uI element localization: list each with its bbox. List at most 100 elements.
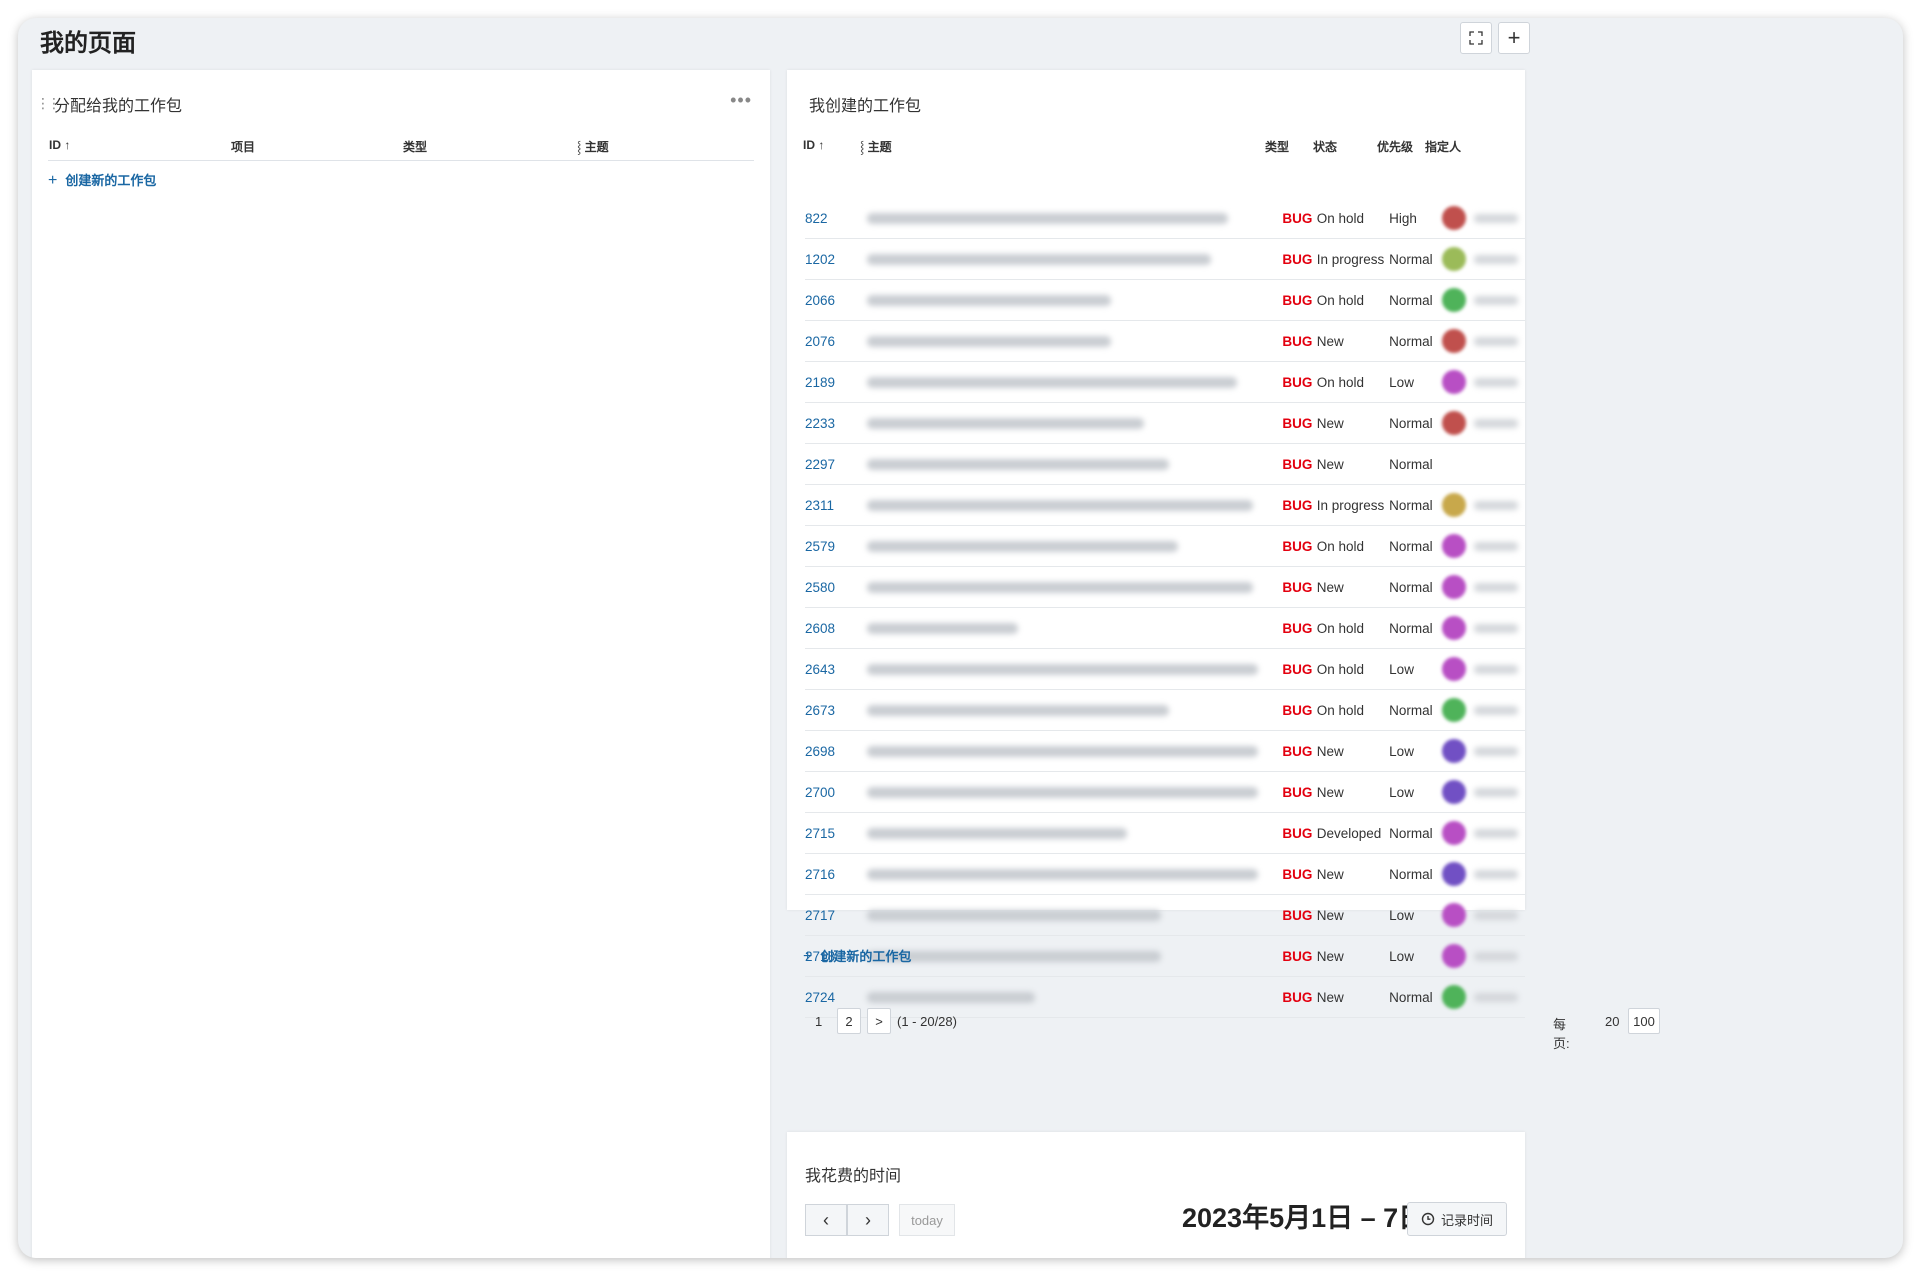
work-package-id-link[interactable]: 2717 (805, 894, 852, 936)
table-row[interactable]: 1202 BUG In progress Normal (805, 238, 1525, 280)
work-package-subject[interactable] (851, 648, 1279, 690)
work-package-status[interactable]: On hold (1316, 525, 1390, 567)
column-header-id[interactable]: ID ↑ (803, 138, 824, 152)
work-package-id-link[interactable]: 822 (805, 198, 852, 239)
work-package-id-link[interactable]: 2311 (805, 484, 852, 526)
per-page-100[interactable]: 100 (1628, 1008, 1660, 1034)
work-package-priority[interactable]: Normal (1389, 443, 1439, 485)
work-package-status[interactable]: On hold (1316, 279, 1390, 321)
work-package-subject[interactable] (851, 198, 1279, 239)
work-package-status[interactable]: New (1316, 976, 1390, 1018)
work-package-status[interactable]: New (1316, 402, 1390, 444)
work-package-priority[interactable]: Normal (1389, 976, 1439, 1018)
work-package-priority[interactable]: Normal (1389, 320, 1439, 362)
work-package-assignee[interactable] (1438, 525, 1525, 567)
work-package-subject[interactable] (851, 443, 1279, 485)
work-package-priority[interactable]: Normal (1389, 279, 1439, 321)
work-package-priority[interactable]: Normal (1389, 484, 1439, 526)
pagination-next-button[interactable]: > (867, 1008, 891, 1034)
work-package-status[interactable]: On hold (1316, 607, 1390, 649)
table-row[interactable]: 2700 BUG New Low (805, 771, 1525, 813)
work-package-subject[interactable] (851, 566, 1279, 608)
work-package-subject[interactable] (851, 320, 1279, 362)
work-package-priority[interactable]: Low (1389, 771, 1439, 813)
table-row[interactable]: 2724 BUG New Normal (805, 976, 1525, 1018)
work-package-id-link[interactable]: 2076 (805, 320, 852, 362)
work-package-priority[interactable]: Normal (1389, 566, 1439, 608)
per-page-20[interactable]: 20 (1605, 1014, 1619, 1029)
more-options-icon[interactable]: ••• (730, 90, 752, 111)
add-widget-button[interactable]: + (1498, 22, 1530, 54)
work-package-assignee[interactable] (1438, 730, 1525, 772)
table-row[interactable]: 2076 BUG New Normal (805, 320, 1525, 362)
work-package-status[interactable]: New (1316, 443, 1390, 485)
work-package-assignee[interactable] (1438, 853, 1525, 895)
work-package-status[interactable]: New (1316, 320, 1390, 362)
work-package-id-link[interactable]: 2066 (805, 279, 852, 321)
today-button[interactable]: today (899, 1204, 955, 1236)
create-work-package-link[interactable]: + 创建新的工作包 (48, 170, 156, 190)
work-package-subject[interactable] (851, 361, 1279, 403)
work-package-id-link[interactable]: 2579 (805, 525, 852, 567)
work-package-priority[interactable]: Normal (1389, 812, 1439, 854)
work-package-assignee[interactable] (1438, 238, 1525, 280)
work-package-status[interactable]: New (1316, 771, 1390, 813)
table-row[interactable]: 2643 BUG On hold Low (805, 648, 1525, 690)
work-package-id-link[interactable]: 2643 (805, 648, 852, 690)
work-package-id-link[interactable]: 2700 (805, 771, 852, 813)
pagination-page-2[interactable]: 2 (837, 1008, 861, 1034)
work-package-priority[interactable]: Normal (1389, 238, 1439, 280)
next-week-button[interactable]: › (847, 1204, 889, 1236)
work-package-subject[interactable] (851, 730, 1279, 772)
work-package-assignee[interactable] (1438, 607, 1525, 649)
work-package-priority[interactable]: Normal (1389, 689, 1439, 731)
table-row[interactable]: 2715 BUG Developed Normal (805, 812, 1525, 854)
work-package-assignee[interactable] (1438, 812, 1525, 854)
work-package-subject[interactable] (851, 279, 1279, 321)
work-package-subject[interactable] (851, 894, 1279, 936)
work-package-priority[interactable]: Normal (1389, 853, 1439, 895)
table-row[interactable]: 2716 BUG New Normal (805, 853, 1525, 895)
work-package-status[interactable]: On hold (1316, 689, 1390, 731)
work-package-priority[interactable]: High (1389, 198, 1439, 239)
work-package-priority[interactable]: Low (1389, 935, 1439, 977)
column-header-priority[interactable]: 优先级 (1377, 138, 1413, 155)
table-row[interactable]: 2189 BUG On hold Low (805, 361, 1525, 403)
table-row[interactable]: 822 BUG On hold High (805, 198, 1525, 239)
work-package-assignee[interactable] (1438, 771, 1525, 813)
work-package-assignee[interactable] (1438, 402, 1525, 444)
work-package-priority[interactable]: Normal (1389, 607, 1439, 649)
work-package-status[interactable]: New (1316, 894, 1390, 936)
work-package-subject[interactable] (851, 935, 1279, 977)
table-row[interactable]: 2066 BUG On hold Normal (805, 279, 1525, 321)
work-package-assignee[interactable] (1438, 320, 1525, 362)
column-header-subject[interactable]: ⸾ 主题 (577, 138, 609, 155)
work-package-assignee[interactable] (1438, 935, 1525, 977)
work-package-priority[interactable]: Normal (1389, 402, 1439, 444)
work-package-status[interactable]: New (1316, 853, 1390, 895)
work-package-subject[interactable] (851, 238, 1279, 280)
work-package-priority[interactable]: Low (1389, 894, 1439, 936)
table-row[interactable]: 2580 BUG New Normal (805, 566, 1525, 608)
work-package-id-link[interactable]: 2297 (805, 443, 852, 485)
work-package-assignee[interactable] (1438, 976, 1525, 1018)
work-package-id-link[interactable]: 1202 (805, 238, 852, 280)
work-package-id-link[interactable]: 2673 (805, 689, 852, 731)
work-package-status[interactable]: In progress (1316, 484, 1390, 526)
work-package-id-link[interactable]: 2698 (805, 730, 852, 772)
work-package-id-link[interactable]: 2608 (805, 607, 852, 649)
work-package-id-link[interactable]: 2233 (805, 402, 852, 444)
table-row[interactable]: 2297 BUG New Normal (805, 443, 1525, 485)
work-package-assignee[interactable] (1438, 484, 1525, 526)
table-row[interactable]: 2579 BUG On hold Normal (805, 525, 1525, 567)
column-header-status[interactable]: 状态 (1313, 138, 1337, 155)
log-time-button[interactable]: 记录时间 (1407, 1202, 1507, 1236)
table-row[interactable]: 2717 BUG New Low (805, 894, 1525, 936)
work-package-subject[interactable] (851, 689, 1279, 731)
work-package-status[interactable]: Developed (1316, 812, 1390, 854)
table-row[interactable]: 2608 BUG On hold Normal (805, 607, 1525, 649)
work-package-id-link[interactable]: 2189 (805, 361, 852, 403)
work-package-priority[interactable]: Low (1389, 730, 1439, 772)
work-package-subject[interactable] (851, 976, 1279, 1018)
work-package-subject[interactable] (851, 607, 1279, 649)
